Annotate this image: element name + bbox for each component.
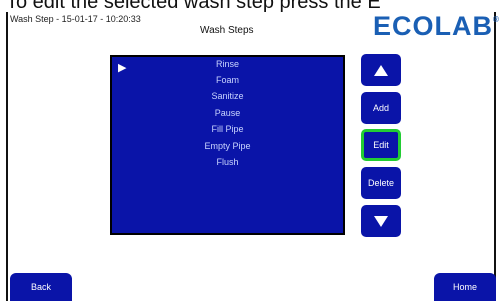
list-item[interactable]: Foam xyxy=(112,75,343,85)
scroll-down-button[interactable] xyxy=(361,205,401,237)
page-title: Wash Steps xyxy=(200,25,254,36)
screen-timestamp: Wash Step - 15-01-17 - 10:20:33 xyxy=(10,14,141,24)
arrow-down-icon xyxy=(374,215,388,227)
list-item[interactable]: Empty Pipe xyxy=(112,141,343,151)
scroll-up-button[interactable] xyxy=(361,54,401,86)
arrow-up-icon xyxy=(374,64,388,76)
home-button[interactable]: Home xyxy=(434,273,496,301)
add-button[interactable]: Add xyxy=(361,92,401,124)
wash-steps-list[interactable]: ▶ Rinse Foam Sanitize Pause Fill Pipe Em… xyxy=(110,55,345,235)
list-item[interactable]: Rinse xyxy=(112,59,343,69)
back-button[interactable]: Back xyxy=(10,273,72,301)
list-item[interactable]: Flush xyxy=(112,157,343,167)
delete-button[interactable]: Delete xyxy=(361,167,401,199)
list-item[interactable]: Fill Pipe xyxy=(112,124,343,134)
ecolab-logo: ECOLAB® xyxy=(373,11,500,41)
list-item[interactable]: Pause xyxy=(112,108,343,118)
edit-button[interactable]: Edit xyxy=(361,129,401,161)
list-item[interactable]: Sanitize xyxy=(112,91,343,101)
